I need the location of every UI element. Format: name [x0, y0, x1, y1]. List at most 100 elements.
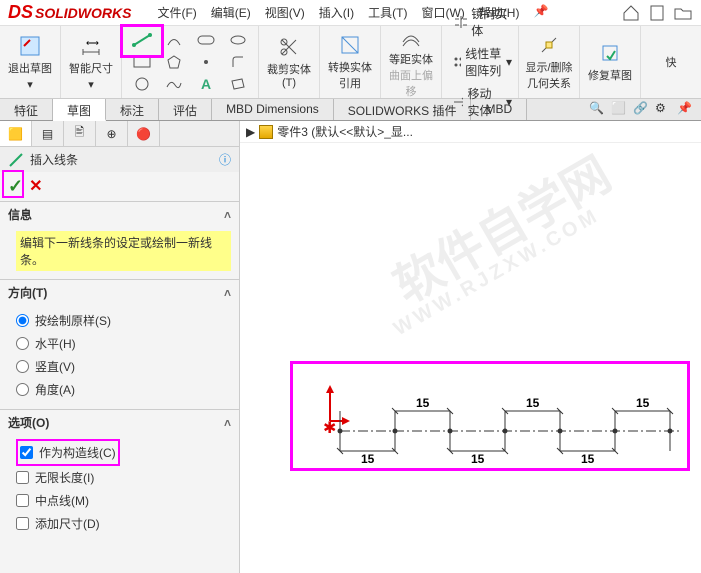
offset-label: 等距实体 — [389, 51, 433, 67]
rectangle-tool-button[interactable] — [128, 52, 156, 72]
trim-label: 裁剪实体(T) — [265, 61, 313, 89]
repair-label: 修复草图 — [588, 67, 632, 83]
property-tab[interactable]: ▤ — [32, 121, 64, 146]
linear-pattern-button[interactable]: 线性草图阵列 ▾ — [452, 42, 512, 82]
config-tab[interactable]: 🖹 — [64, 121, 96, 146]
ok-button[interactable]: ✓ — [8, 176, 23, 197]
open-icon[interactable] — [673, 3, 693, 23]
spline-tool-button[interactable] — [160, 74, 188, 94]
menu-view[interactable]: 视图(V) — [265, 4, 305, 21]
cube-icon: 🟨 — [8, 127, 23, 141]
dropdown-icon: ▾ — [27, 78, 33, 91]
surface-offset-label: 曲面上偏移 — [387, 67, 435, 99]
check-infinite[interactable]: 无限长度(I) — [16, 466, 231, 489]
ellipse-tool-button[interactable] — [224, 30, 252, 50]
ribbon: 退出草图 ▾ ⟷ 智能尺寸 ▾ A — [0, 26, 701, 99]
appearance-tab[interactable]: 🔴 — [128, 121, 160, 146]
collapse-icon[interactable]: ˄ — [224, 286, 231, 300]
home-icon[interactable] — [621, 3, 641, 23]
new-doc-icon[interactable] — [647, 3, 667, 23]
link-icon[interactable]: 🔗 — [633, 101, 651, 119]
cancel-button[interactable]: ✕ — [29, 176, 42, 197]
feature-tabs: 特征 草图 标注 评估 MBD Dimensions SOLIDWORKS 插件… — [0, 99, 701, 121]
collapse-icon[interactable]: ˄ — [224, 416, 231, 430]
expand-icon[interactable]: ⬜ — [611, 101, 629, 119]
menu-pin-icon[interactable]: 📌 — [533, 4, 548, 21]
logo-ds-icon: DS — [8, 2, 33, 23]
graphics-viewport[interactable]: ▶ 零件3 (默认<<默认>_显... 软件自学网 WWW.RJZXW.COM … — [240, 121, 701, 573]
dim-bot-2: 15 — [471, 452, 485, 466]
breadcrumb[interactable]: 零件3 (默认<<默认>_显... — [277, 123, 413, 140]
tab-mbd-dim[interactable]: MBD Dimensions — [212, 99, 334, 120]
offset-entities-button[interactable]: 等距实体 — [387, 25, 435, 67]
check-add-dim[interactable]: 添加尺寸(D) — [16, 512, 231, 535]
exit-sketch-button[interactable]: 退出草图 ▾ — [6, 34, 54, 91]
arc-tool-button[interactable] — [160, 30, 188, 50]
pin-icon[interactable]: 📌 — [677, 101, 695, 119]
exit-sketch-label: 退出草图 — [8, 60, 52, 76]
line-icon — [8, 152, 24, 168]
convert-label: 转换实体引用 — [326, 59, 374, 91]
point-tool-button[interactable] — [192, 52, 220, 72]
svg-text:⟷: ⟷ — [86, 38, 99, 48]
direction-section-label: 方向(T) — [8, 284, 47, 301]
tab-annotate[interactable]: 标注 — [106, 99, 159, 120]
pattern-label: 线性草图阵列 — [465, 45, 502, 79]
radio-as-sketched[interactable]: 按绘制原样(S) — [16, 309, 231, 332]
list-icon: ▤ — [42, 127, 53, 141]
circle-tool-button[interactable] — [128, 74, 156, 94]
mirror-entities-button[interactable]: 镜向实体 — [452, 2, 512, 42]
gear-icon[interactable]: ⚙ — [655, 101, 673, 119]
flyout-arrow-icon[interactable]: ▶ — [246, 125, 255, 139]
app-brand: SOLIDWORKS — [35, 5, 131, 21]
smart-dim-label: 智能尺寸 — [69, 60, 113, 76]
dim-top-3: 15 — [636, 396, 650, 410]
dropdown-icon: ▾ — [506, 55, 512, 69]
tab-sketch[interactable]: 草图 — [53, 99, 106, 121]
property-panel: 🟨 ▤ 🖹 ⊕ 🔴 插入线条 ⓘ ✓ ✕ 信息 ˄ 编辑下一新线条的设定或绘制一… — [0, 121, 240, 573]
fillet-tool-button[interactable] — [224, 52, 252, 72]
radio-horizontal[interactable]: 水平(H) — [16, 332, 231, 355]
quick-button[interactable]: 快 — [647, 54, 695, 70]
menu-tools[interactable]: 工具(T) — [368, 4, 407, 21]
ball-icon: 🔴 — [136, 127, 151, 141]
menu-edit[interactable]: 编辑(E) — [211, 4, 251, 21]
radio-angle[interactable]: 角度(A) — [16, 378, 231, 401]
repair-sketch-button[interactable]: 修复草图 — [586, 41, 634, 83]
convert-entities-button[interactable]: 转换实体引用 — [326, 33, 374, 91]
target-icon: ⊕ — [106, 127, 116, 141]
line-tool-button[interactable] — [128, 30, 156, 50]
display-relations-button[interactable]: 显示/删除几何关系 — [525, 33, 573, 91]
tab-features[interactable]: 特征 — [0, 99, 53, 120]
tab-sw-addins[interactable]: SOLIDWORKS 插件 — [334, 99, 472, 120]
tab-evaluate[interactable]: 评估 — [159, 99, 212, 120]
check-construction[interactable]: 作为构造线(C) — [20, 441, 116, 464]
info-section-label: 信息 — [8, 206, 32, 223]
dim-bot-1: 15 — [361, 452, 375, 466]
info-message: 编辑下一新线条的设定或绘制一新线条。 — [16, 231, 231, 271]
check-midpoint[interactable]: 中点线(M) — [16, 489, 231, 512]
trim-button[interactable]: 裁剪实体(T) — [265, 35, 313, 89]
collapse-icon[interactable]: ˄ — [224, 208, 231, 222]
polygon-tool-button[interactable] — [160, 52, 188, 72]
move-entities-button[interactable]: 移动实体 ▾ — [452, 82, 512, 122]
watermark-url: WWW.RJZXW.COM — [390, 204, 604, 341]
dim-bot-3: 15 — [581, 452, 595, 466]
part-icon — [259, 125, 273, 139]
dim-top-2: 15 — [526, 396, 540, 410]
relations-label: 显示/删除几何关系 — [525, 59, 573, 91]
text-tool-button[interactable]: A — [192, 74, 220, 94]
plane-tool-button[interactable] — [224, 74, 252, 94]
smart-dimension-button[interactable]: ⟷ 智能尺寸 ▾ — [67, 34, 115, 91]
help-icon[interactable]: ⓘ — [219, 151, 231, 168]
search-icon[interactable]: 🔍 — [589, 101, 607, 119]
menu-file[interactable]: 文件(F) — [157, 4, 196, 21]
feature-tree-tab[interactable]: 🟨 — [0, 121, 32, 146]
dimxpert-tab[interactable]: ⊕ — [96, 121, 128, 146]
menu-insert[interactable]: 插入(I) — [319, 4, 354, 21]
radio-vertical[interactable]: 竖直(V) — [16, 355, 231, 378]
quick-label: 快 — [666, 54, 677, 70]
options-section-label: 选项(O) — [8, 414, 49, 431]
surface-offset-button[interactable]: 曲面上偏移 — [387, 67, 435, 99]
slot-tool-button[interactable] — [192, 30, 220, 50]
